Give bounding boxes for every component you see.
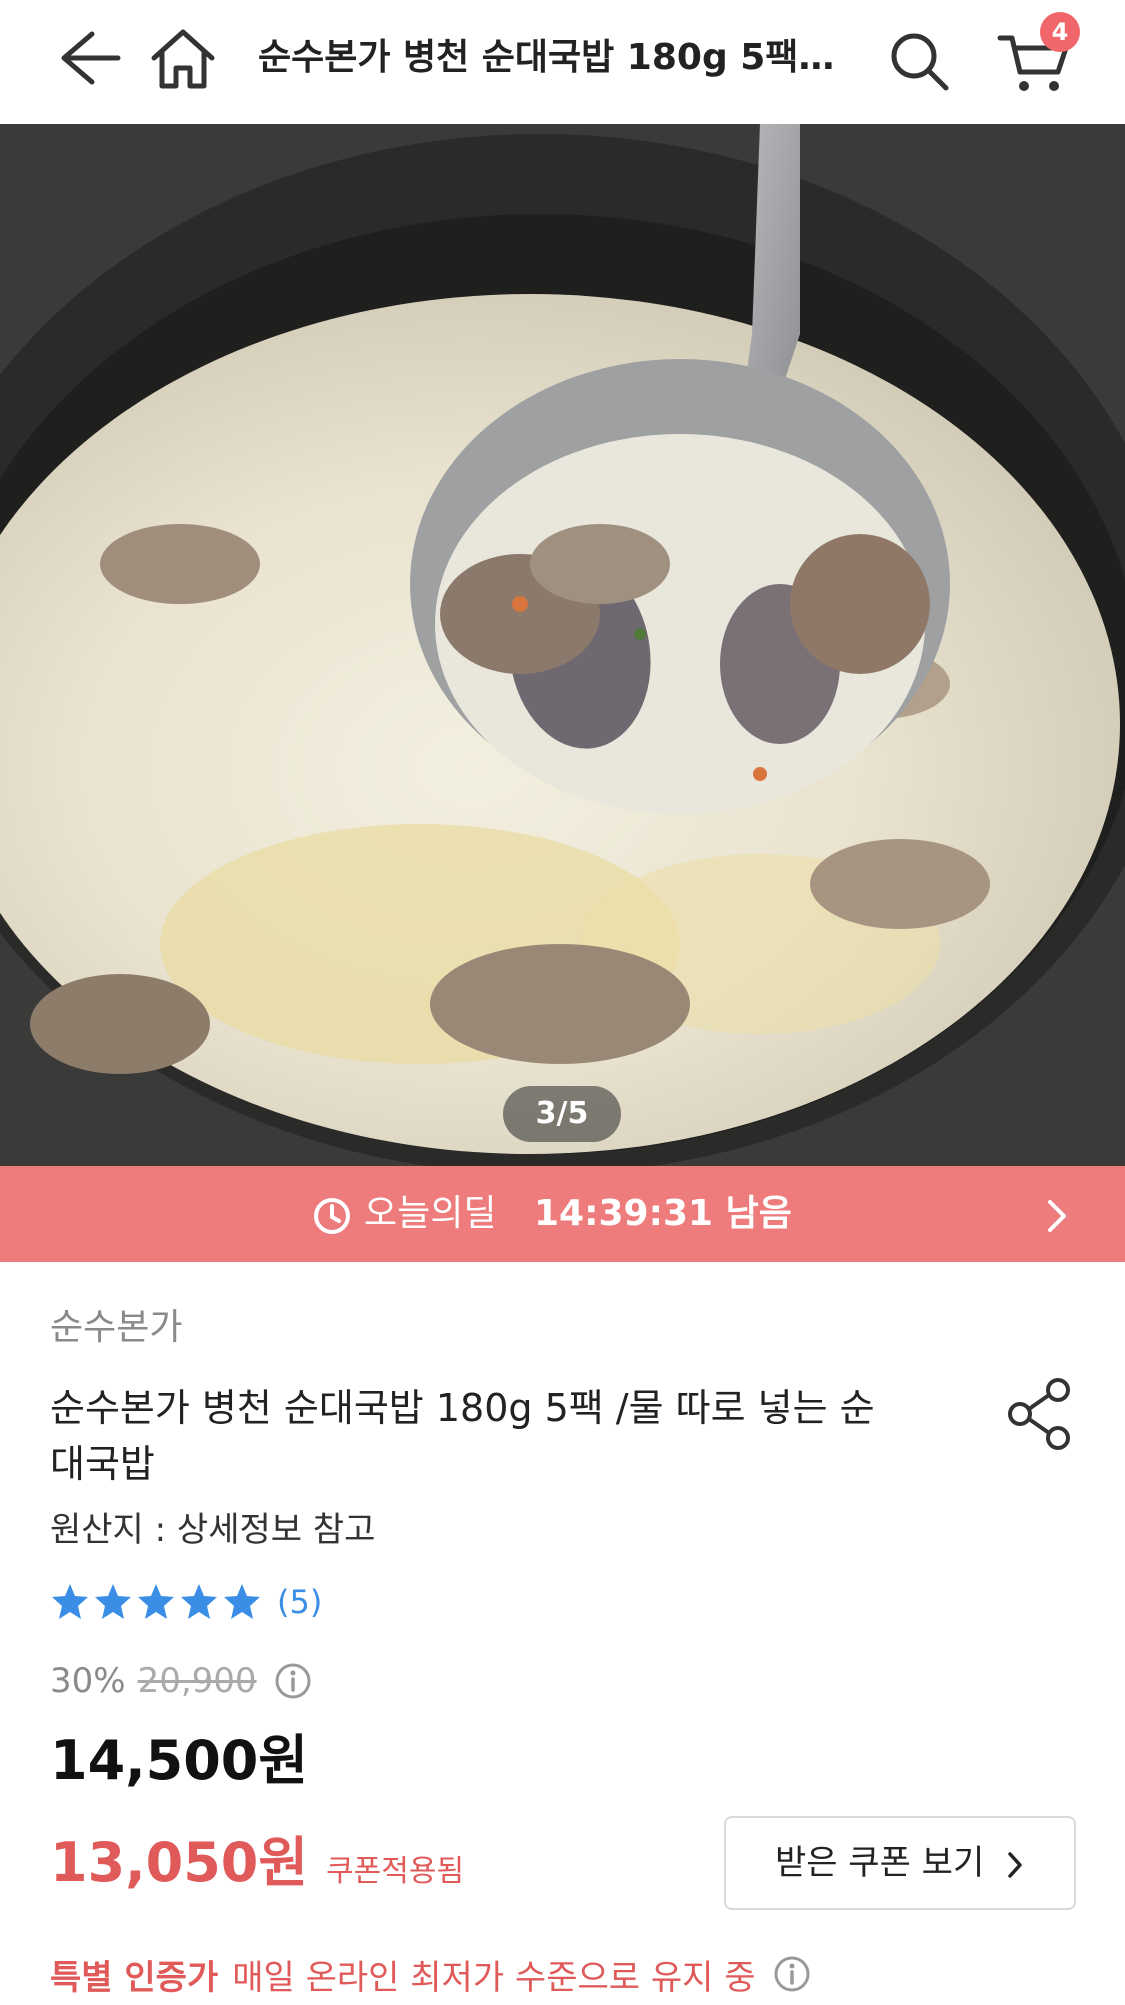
special-text: 매일 온라인 최저가 수준으로 유지 중 xyxy=(232,1957,756,1998)
sale-price: 14,500원 xyxy=(50,1729,309,1792)
view-coupons-label: 받은 쿠폰 보기 xyxy=(774,1843,985,1883)
product-photo xyxy=(0,124,1125,1166)
search-icon[interactable] xyxy=(886,28,952,94)
star-icon xyxy=(224,1584,260,1619)
rating-stars[interactable]: (5) xyxy=(50,1580,322,1624)
coupon-applied-price: 13,050원 xyxy=(50,1831,309,1894)
star-icon xyxy=(95,1584,131,1619)
page-title: 순수본가 병천 순대국밥 180g 5팩 /물 따로 넣는 순대국밥 xyxy=(258,37,838,78)
top-nav-bar: 순수본가 병천 순대국밥 180g 5팩 /물 따로 넣는 순대국밥 4 xyxy=(0,0,1125,124)
info-icon[interactable] xyxy=(772,1954,812,1994)
chevron-right-icon xyxy=(1008,1851,1022,1878)
discount-info: 30% 20,900 xyxy=(50,1656,313,1706)
brand-link[interactable]: 순수본가 xyxy=(50,1304,182,1352)
coupon-applied-tag: 쿠폰적용됨 xyxy=(326,1854,465,1889)
view-coupons-button[interactable]: 받은 쿠폰 보기 xyxy=(724,1816,1076,1910)
cart-count-badge: 4 xyxy=(1040,12,1080,52)
special-price-notice: 특별 인증가 매일 온라인 최저가 수준으로 유지 중 xyxy=(50,1948,812,2000)
product-name: 순수본가 병천 순대국밥 180g 5팩 /물 따로 넣는 순대국밥 xyxy=(50,1386,875,1486)
star-icon xyxy=(52,1584,88,1619)
chevron-right-icon xyxy=(1048,1200,1066,1232)
coupon-price-row: 13,050원 쿠폰적용됨 xyxy=(50,1828,464,1898)
product-image-gallery[interactable]: 3/5 xyxy=(0,124,1125,1166)
home-icon[interactable] xyxy=(148,24,218,92)
clock-icon xyxy=(314,1198,350,1234)
special-badge: 특별 인증가 xyxy=(50,1957,219,1998)
original-price: 20,900 xyxy=(137,1661,257,1701)
origin-info: 원산지 : 상세정보 참고 xyxy=(50,1510,376,1550)
deal-label: 오늘의딜 xyxy=(364,1193,497,1234)
discount-rate: 30% xyxy=(50,1661,126,1701)
info-icon[interactable] xyxy=(273,1661,313,1701)
share-icon[interactable] xyxy=(1004,1376,1076,1452)
back-arrow-icon[interactable] xyxy=(52,26,124,90)
deal-countdown: 14:39:31 남음 xyxy=(534,1193,792,1234)
review-count[interactable]: (5) xyxy=(277,1580,322,1624)
image-counter: 3/5 xyxy=(503,1086,621,1142)
star-icon xyxy=(181,1584,217,1619)
todays-deal-bar[interactable]: 오늘의딜 14:39:31 남음 xyxy=(0,1166,1125,1262)
star-icon xyxy=(138,1584,174,1619)
